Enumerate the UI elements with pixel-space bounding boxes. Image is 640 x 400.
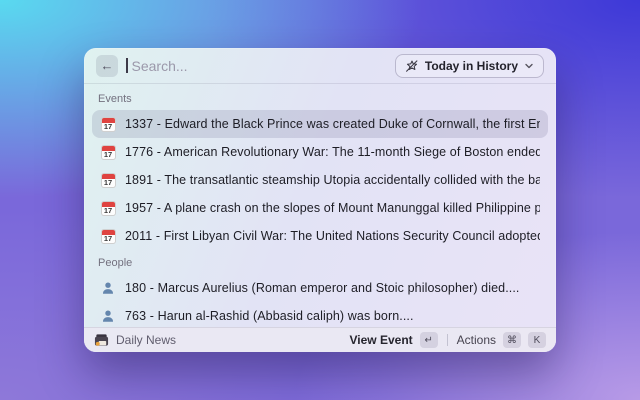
search-input[interactable]: Search... xyxy=(132,58,387,74)
daily-news-app-icon xyxy=(94,333,109,348)
calendar-icon: 17 xyxy=(100,228,116,244)
cmd-keycap: ⌘ xyxy=(503,332,521,348)
back-arrow-icon: ← xyxy=(100,58,114,73)
return-keycap: ↵ xyxy=(419,332,438,348)
k-keycap: K xyxy=(528,332,546,348)
mode-label: Today in History xyxy=(424,58,518,73)
launcher-window: ← Search... Today in History Events 17 1… xyxy=(84,48,556,352)
footer-app-label: Daily News xyxy=(116,333,177,347)
person-icon xyxy=(100,308,116,324)
calendar-icon: 17 xyxy=(100,200,116,216)
list-item[interactable]: 17 2011 - First Libyan Civil War: The Un… xyxy=(92,222,548,250)
list-item[interactable]: 17 1891 - The transatlantic steamship Ut… xyxy=(92,166,548,194)
list-item[interactable]: 180 - Marcus Aurelius (Roman emperor and… xyxy=(92,274,548,302)
actions-button[interactable]: Actions xyxy=(457,333,496,347)
shooting-star-icon xyxy=(405,59,419,73)
calendar-icon: 17 xyxy=(100,228,116,244)
desktop-background: ← Search... Today in History Events 17 1… xyxy=(0,0,640,400)
search-bar: ← Search... Today in History xyxy=(84,48,556,84)
person-icon xyxy=(100,280,116,296)
list-item[interactable]: 763 - Harun al-Rashid (Abbasid caliph) w… xyxy=(92,302,548,327)
list-item[interactable]: 17 1957 - A plane crash on the slopes of… xyxy=(92,194,548,222)
footer-app: Daily News xyxy=(94,333,343,348)
text-caret xyxy=(126,58,128,73)
view-event-button[interactable]: View Event xyxy=(350,333,413,347)
mode-dropdown[interactable]: Today in History xyxy=(394,53,544,78)
calendar-icon: 17 xyxy=(100,116,116,132)
chevron-down-icon xyxy=(524,61,534,71)
section-header: Events xyxy=(98,93,132,105)
list-item[interactable]: 17 1337 - Edward the Black Prince was cr… xyxy=(92,110,548,138)
footer-bar: Daily News View Event ↵ Actions ⌘ K xyxy=(84,327,556,352)
list-item[interactable]: 17 1776 - American Revolutionary War: Th… xyxy=(92,138,548,166)
back-button[interactable]: ← xyxy=(96,54,118,77)
calendar-icon: 17 xyxy=(100,172,116,188)
person-icon xyxy=(103,310,113,322)
calendar-icon: 17 xyxy=(100,200,116,216)
section-header: People xyxy=(98,257,133,269)
calendar-icon: 17 xyxy=(100,172,116,188)
calendar-icon: 17 xyxy=(100,116,116,132)
person-icon xyxy=(103,282,113,294)
calendar-icon: 17 xyxy=(100,144,116,160)
calendar-icon: 17 xyxy=(100,144,116,160)
footer-divider xyxy=(446,334,448,346)
results-list: Events 17 1337 - Edward the Black Prince… xyxy=(84,84,556,327)
